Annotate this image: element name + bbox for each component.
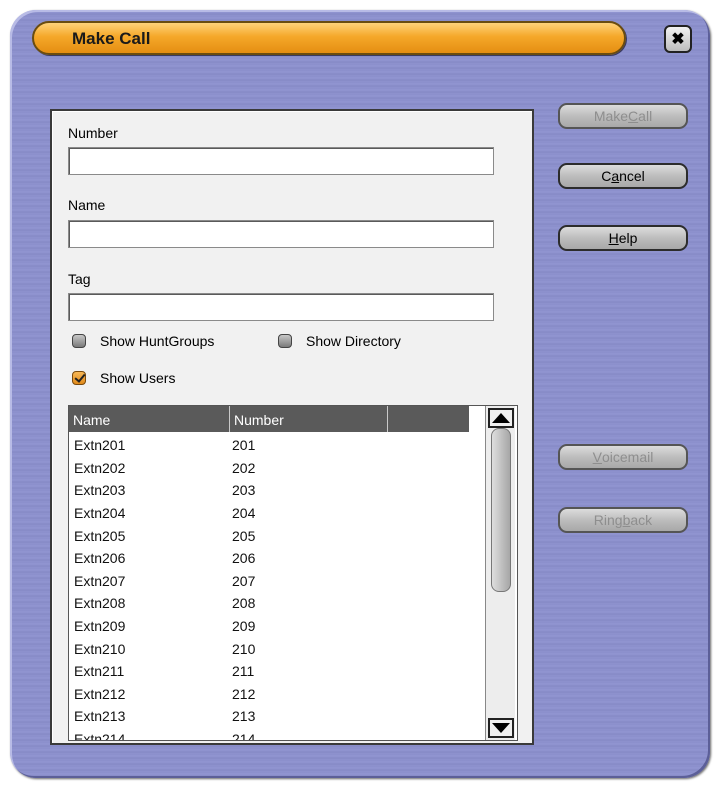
cancel-label-accel: a bbox=[611, 168, 620, 184]
cancel-button[interactable]: Ca ncel bbox=[558, 163, 688, 189]
name-input[interactable] bbox=[69, 221, 493, 247]
help-label-post: elp bbox=[618, 230, 638, 246]
list-scrollbar[interactable] bbox=[485, 406, 515, 740]
list-row[interactable]: Extn213 213 bbox=[69, 705, 469, 728]
checkbox-unchecked-icon bbox=[72, 334, 86, 348]
row-name: Extn204 bbox=[74, 505, 126, 522]
row-name: Extn209 bbox=[74, 618, 126, 635]
name-field[interactable] bbox=[68, 220, 494, 248]
row-name: Extn214 bbox=[74, 731, 126, 740]
number-input[interactable] bbox=[69, 148, 493, 174]
column-header-number[interactable]: Number bbox=[230, 406, 388, 432]
row-number: 209 bbox=[232, 618, 256, 635]
row-number: 202 bbox=[232, 459, 256, 476]
help-button[interactable]: Help bbox=[558, 225, 688, 251]
number-label: Number bbox=[68, 125, 118, 141]
close-icon: ✖ bbox=[671, 31, 685, 48]
cancel-label-post: ncel bbox=[619, 168, 645, 184]
tag-field[interactable] bbox=[68, 293, 494, 321]
make-call-label-post: all bbox=[638, 108, 653, 124]
list-row[interactable]: Extn211 211 bbox=[69, 660, 469, 683]
scroll-up-button[interactable] bbox=[488, 408, 514, 428]
ringback-label-accel: b bbox=[622, 512, 631, 528]
row-name: Extn212 bbox=[74, 685, 126, 702]
name-label: Name bbox=[68, 197, 106, 213]
form-panel: Number Name Tag Show HuntGroups Show Dir… bbox=[50, 109, 534, 745]
list-row[interactable]: Extn209 209 bbox=[69, 615, 469, 638]
user-list[interactable]: Name Number Extn201 201 Extn202 202 Extn20… bbox=[68, 405, 518, 741]
row-number: 213 bbox=[232, 708, 256, 725]
arrow-up-icon bbox=[492, 413, 510, 423]
list-row[interactable]: Extn205 205 bbox=[69, 524, 469, 547]
make-call-label-pre: Make bbox=[593, 108, 629, 124]
ringback-label-post: ack bbox=[630, 512, 653, 528]
row-number: 205 bbox=[232, 527, 256, 544]
show-huntgroups-label: Show HuntGroups bbox=[100, 333, 215, 349]
show-directory-checkbox[interactable]: Show Directory bbox=[278, 333, 401, 349]
window-title: Make Call bbox=[72, 29, 151, 48]
list-row[interactable]: Extn204 204 bbox=[69, 502, 469, 525]
arrow-down-icon bbox=[492, 723, 510, 733]
row-number: 203 bbox=[232, 482, 256, 499]
list-row[interactable]: Extn210 210 bbox=[69, 637, 469, 660]
row-number: 206 bbox=[232, 550, 256, 567]
number-field[interactable] bbox=[68, 147, 494, 175]
checkmark-icon bbox=[72, 371, 86, 385]
column-header-extra[interactable] bbox=[388, 406, 469, 432]
row-number: 204 bbox=[232, 505, 256, 522]
row-number: 211 bbox=[232, 663, 255, 680]
row-number: 214 bbox=[232, 731, 256, 740]
list-row[interactable]: Extn214 214 bbox=[69, 728, 469, 740]
make-call-label-accel: C bbox=[628, 108, 639, 124]
show-huntgroups-checkbox[interactable]: Show HuntGroups bbox=[72, 333, 214, 349]
close-button[interactable]: ✖ bbox=[664, 25, 692, 53]
column-header-name[interactable]: Name bbox=[69, 406, 230, 432]
title-bar: Make Call bbox=[32, 21, 626, 55]
row-name: Extn201 bbox=[74, 437, 126, 454]
list-row[interactable]: Extn212 212 bbox=[69, 683, 469, 706]
row-name: Extn207 bbox=[74, 572, 126, 589]
show-users-label: Show Users bbox=[100, 370, 176, 386]
row-number: 201 bbox=[232, 437, 256, 454]
voicemail-label-post: oicemail bbox=[601, 449, 654, 465]
list-header: Name Number bbox=[69, 406, 469, 432]
tag-label: Tag bbox=[68, 271, 91, 287]
list-rows: Extn201 201 Extn202 202 Extn203 203 Extn204… bbox=[69, 434, 469, 740]
ringback-button[interactable]: Ring b ack bbox=[558, 507, 688, 533]
list-row[interactable]: Extn201 201 bbox=[69, 434, 469, 457]
ringback-label-pre: Ring bbox=[593, 512, 623, 528]
show-users-checkbox[interactable]: Show Users bbox=[72, 370, 175, 386]
tag-input[interactable] bbox=[69, 294, 493, 320]
row-name: Extn206 bbox=[74, 550, 126, 567]
row-name: Extn208 bbox=[74, 595, 126, 612]
scroll-down-button[interactable] bbox=[488, 718, 514, 738]
make-call-button[interactable]: Make Call bbox=[558, 103, 688, 129]
scroll-thumb[interactable] bbox=[491, 428, 511, 592]
row-number: 212 bbox=[232, 685, 256, 702]
show-directory-label: Show Directory bbox=[306, 333, 401, 349]
voicemail-button[interactable]: Voicemail bbox=[558, 444, 688, 470]
list-row[interactable]: Extn206 206 bbox=[69, 547, 469, 570]
list-row[interactable]: Extn207 207 bbox=[69, 570, 469, 593]
row-name: Extn205 bbox=[74, 527, 126, 544]
voicemail-label-accel: V bbox=[592, 449, 602, 465]
row-number: 210 bbox=[232, 640, 256, 657]
row-name: Extn211 bbox=[74, 663, 125, 680]
row-number: 207 bbox=[232, 572, 256, 589]
row-name: Extn202 bbox=[74, 459, 126, 476]
row-name: Extn210 bbox=[74, 640, 126, 657]
row-name: Extn203 bbox=[74, 482, 126, 499]
cancel-label-pre: C bbox=[601, 168, 612, 184]
list-row[interactable]: Extn208 208 bbox=[69, 592, 469, 615]
list-row[interactable]: Extn203 203 bbox=[69, 479, 469, 502]
checkbox-unchecked-icon bbox=[278, 334, 292, 348]
list-row[interactable]: Extn202 202 bbox=[69, 457, 469, 480]
row-name: Extn213 bbox=[74, 708, 126, 725]
row-number: 208 bbox=[232, 595, 256, 612]
help-label-accel: H bbox=[608, 230, 619, 246]
